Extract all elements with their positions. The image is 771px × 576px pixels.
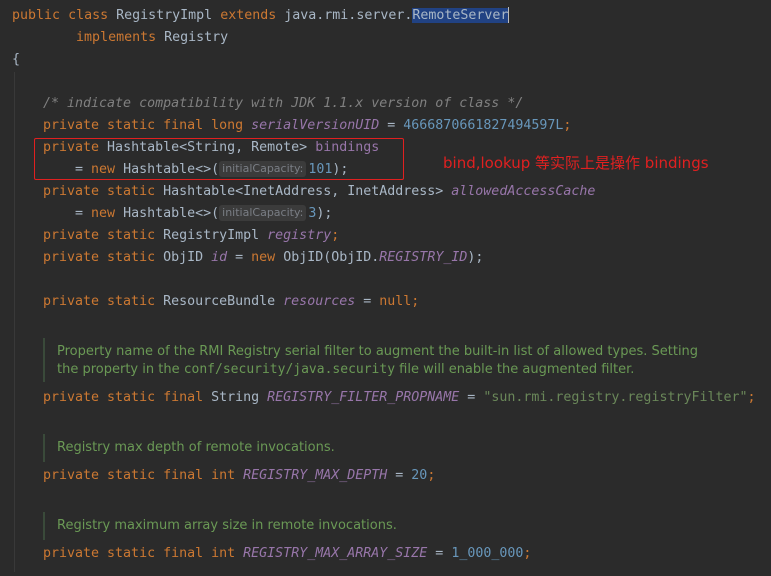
- keyword: new: [251, 250, 276, 265]
- doc-text: file will enable the augmented filter.: [395, 362, 635, 377]
- keyword: null: [379, 294, 412, 309]
- number-literal: 20: [411, 468, 428, 483]
- indent-guide: [14, 72, 15, 572]
- modifiers: private static final int: [43, 546, 236, 561]
- constant-name: REGISTRY_ID: [379, 250, 468, 265]
- parameter-hint: initialCapacity:: [219, 205, 307, 221]
- field-name: id: [211, 250, 228, 265]
- field-name: serialVersionUID: [251, 118, 380, 133]
- code-line-2[interactable]: implements Registry: [12, 27, 228, 49]
- keyword: class: [68, 8, 109, 23]
- semicolon: ;: [427, 468, 436, 483]
- semicolon: ;: [523, 546, 532, 561]
- closing-paren: );: [467, 250, 484, 265]
- field-name: REGISTRY_FILTER_PROPNAME: [267, 390, 460, 405]
- code-line-resources[interactable]: private static ResourceBundle resources …: [43, 291, 419, 313]
- package-name: java.rmi.server.: [284, 8, 413, 23]
- constructor-call: Hashtable<>(: [115, 206, 220, 221]
- operator: =: [75, 206, 92, 221]
- doc-text: the property in the: [57, 362, 184, 377]
- operator: =: [379, 118, 404, 133]
- code-line-filter-propname[interactable]: private static final String REGISTRY_FIL…: [43, 387, 756, 409]
- operator: =: [387, 468, 412, 483]
- code-line-3[interactable]: {: [12, 49, 20, 71]
- modifiers: private static final int: [43, 468, 236, 483]
- keyword: implements: [76, 30, 157, 45]
- code-line-registry[interactable]: private static RegistryImpl registry;: [43, 225, 339, 247]
- modifiers: private static final long: [43, 118, 244, 133]
- type-name: ObjID: [155, 250, 212, 265]
- modifiers: private static: [43, 184, 156, 199]
- operator: =: [427, 546, 452, 561]
- modifiers: private static: [43, 294, 156, 309]
- modifiers: private static final: [43, 390, 204, 405]
- type-name: String: [203, 390, 268, 405]
- type-name: Hashtable<InetAddress, InetAddress>: [155, 184, 452, 199]
- superclass-name: RemoteServer: [412, 8, 509, 23]
- modifiers: private static: [43, 228, 156, 243]
- number-literal: 4666870661827494597L: [403, 118, 564, 133]
- annotation-highlight-box: [34, 138, 404, 180]
- doc-comment-text: Registry max depth of remote invocations…: [57, 440, 335, 455]
- code-line-id[interactable]: private static ObjID id = new ObjID(ObjI…: [43, 247, 483, 269]
- code-line-1[interactable]: public class RegistryImpl extends java.r…: [12, 5, 510, 27]
- doc-comment-text: Property name of the RMI Registry serial…: [57, 344, 699, 359]
- type-name: RegistryImpl: [155, 228, 268, 243]
- semicolon: ;: [331, 228, 340, 243]
- type-name: ResourceBundle: [155, 294, 284, 309]
- semicolon: ;: [563, 118, 572, 133]
- code-line-max-depth[interactable]: private static final int REGISTRY_MAX_DE…: [43, 465, 435, 487]
- semicolon: ;: [747, 390, 756, 405]
- semicolon: ;: [411, 294, 420, 309]
- code-line-serial[interactable]: private static final long serialVersionU…: [43, 115, 571, 137]
- class-name: RegistryImpl: [116, 8, 213, 23]
- number-literal: 1_000_000: [451, 546, 524, 561]
- comment-line[interactable]: /* indicate compatibility with JDK 1.1.x…: [43, 93, 523, 115]
- operator: =: [227, 250, 252, 265]
- code-line-max-array[interactable]: private static final int REGISTRY_MAX_AR…: [43, 543, 531, 565]
- operator: =: [459, 390, 484, 405]
- closing-paren: );: [316, 206, 333, 221]
- code-line-access-cache-init[interactable]: = new Hashtable<>(initialCapacity: 3);: [43, 203, 332, 225]
- constructor-call: ObjID(ObjID.: [275, 250, 380, 265]
- keyword: new: [91, 206, 116, 221]
- doc-comment-text: the property in the conf/security/java.s…: [57, 361, 634, 379]
- field-name: registry: [267, 228, 332, 243]
- field-name: REGISTRY_MAX_ARRAY_SIZE: [243, 546, 428, 561]
- field-name: allowedAccessCache: [451, 184, 596, 199]
- interface-name: Registry: [164, 30, 229, 45]
- text-cursor: [508, 7, 510, 23]
- field-name: resources: [283, 294, 356, 309]
- doc-comment-text: Registry maximum array size in remote in…: [57, 518, 397, 533]
- keyword: public: [12, 8, 61, 23]
- modifiers: private static: [43, 250, 156, 265]
- keyword: extends: [220, 8, 277, 23]
- code-line-access-cache[interactable]: private static Hashtable<InetAddress, In…: [43, 181, 595, 203]
- operator: =: [355, 294, 380, 309]
- field-name: REGISTRY_MAX_DEPTH: [243, 468, 388, 483]
- doc-code: conf/security/java.security: [183, 362, 396, 377]
- string-literal: "sun.rmi.registry.registryFilter": [483, 390, 748, 405]
- annotation-note: bind,lookup 等实际上是操作 bindings: [443, 154, 709, 172]
